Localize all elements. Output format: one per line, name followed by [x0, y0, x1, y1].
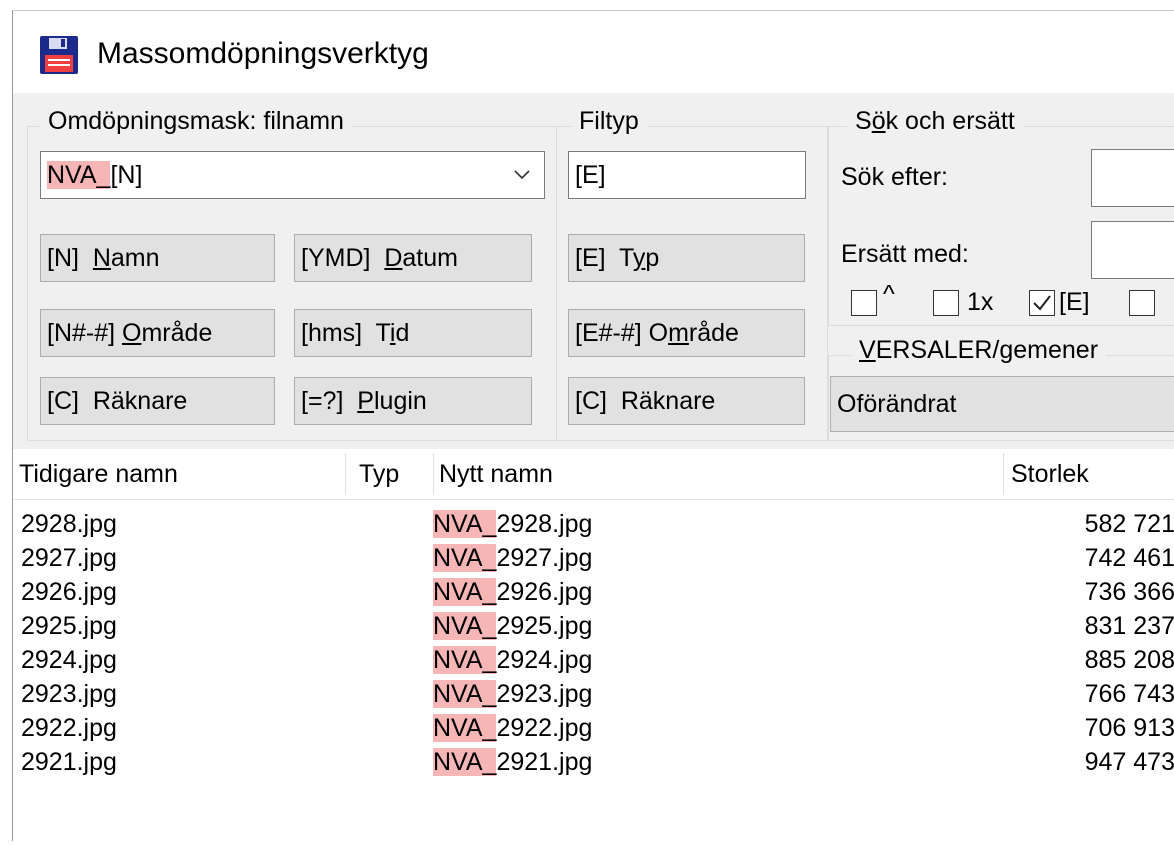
mask-group-label: Omdöpningsmask: filnamn: [40, 107, 352, 136]
rename-options-panel: Omdöpningsmask: filnamn NVA_[N] [N] Namn…: [13, 93, 1174, 449]
size-cell: 582 721: [1084, 510, 1174, 538]
chevron-down-icon[interactable]: [514, 170, 530, 180]
size-cell: 885 208: [1084, 646, 1174, 674]
list-item[interactable]: 2928.jpg NVA_2928.jpg 582 721: [13, 507, 1174, 541]
ext-range-button[interactable]: [E#-#] Område: [568, 309, 805, 357]
case-group-label: VERSALER/gemener: [851, 336, 1107, 365]
size-cell: 831 237: [1084, 612, 1174, 640]
case-mode-combobox[interactable]: Oförändrat: [830, 376, 1174, 432]
filetype-group-label: Filtyp: [571, 107, 647, 136]
list-item[interactable]: 2926.jpg NVA_2926.jpg 736 366: [13, 575, 1174, 609]
new-name-cell: NVA_2926.jpg: [433, 578, 593, 606]
size-cell: 947 473: [1084, 748, 1174, 776]
list-item[interactable]: 2922.jpg NVA_2922.jpg 706 913: [13, 711, 1174, 745]
new-name-cell: NVA_2921.jpg: [433, 748, 593, 776]
column-header-size[interactable]: Storlek: [1005, 449, 1174, 499]
floppy-disk-icon: [40, 36, 78, 74]
new-name-cell: NVA_2927.jpg: [433, 544, 593, 572]
replace-once-label: 1x: [967, 288, 994, 316]
replace-with-input[interactable]: [1091, 221, 1174, 279]
rename-tool-window: Massomdöpningsverktyg Omdöpningsmask: fi…: [12, 10, 1174, 841]
include-extension-checkbox[interactable]: [1029, 290, 1055, 316]
file-list[interactable]: Tidigare namn Typ Nytt namn Storlek 2928…: [13, 449, 1174, 841]
column-header-old-name[interactable]: Tidigare namn: [13, 449, 345, 499]
size-cell: 766 743: [1084, 680, 1174, 708]
old-name-cell: 2921.jpg: [21, 748, 117, 776]
mask-highlight-text: NVA_: [47, 161, 111, 189]
list-item[interactable]: 2924.jpg NVA_2924.jpg 885 208: [13, 643, 1174, 677]
mask-rest-text: [N]: [110, 161, 143, 189]
type-token-button[interactable]: [E] Typ: [568, 234, 805, 282]
filetype-mask-input[interactable]: [E]: [568, 151, 806, 199]
search-for-label: Sök efter:: [841, 163, 948, 191]
counter-button[interactable]: [C] Räknare: [40, 377, 275, 425]
time-token-button[interactable]: [hms] Tid: [294, 309, 532, 357]
regex-caret-label: ^: [883, 280, 895, 308]
regex-caret-checkbox[interactable]: [851, 290, 877, 316]
column-separator[interactable]: [1003, 453, 1004, 495]
new-name-cell: NVA_2924.jpg: [433, 646, 593, 674]
replace-with-label: Ersätt med:: [841, 240, 969, 268]
old-name-cell: 2923.jpg: [21, 680, 117, 708]
size-cell: 742 461: [1084, 544, 1174, 572]
ext-counter-button[interactable]: [C] Räknare: [568, 377, 805, 425]
old-name-cell: 2926.jpg: [21, 578, 117, 606]
title-bar: Massomdöpningsverktyg: [13, 11, 1174, 93]
list-item[interactable]: 2927.jpg NVA_2927.jpg 742 461: [13, 541, 1174, 575]
old-name-cell: 2925.jpg: [21, 612, 117, 640]
list-header: Tidigare namn Typ Nytt namn Storlek: [13, 449, 1174, 500]
old-name-cell: 2927.jpg: [21, 544, 117, 572]
old-name-cell: 2928.jpg: [21, 510, 117, 538]
mask-filename-combobox[interactable]: NVA_[N]: [40, 151, 545, 199]
include-extension-label: [E]: [1059, 288, 1090, 316]
column-header-new-name[interactable]: Nytt namn: [433, 449, 1003, 499]
column-header-type[interactable]: Typ: [353, 449, 433, 499]
name-token-button[interactable]: [N] Namn: [40, 234, 275, 282]
name-range-button[interactable]: [N#-#] Område: [40, 309, 275, 357]
column-separator[interactable]: [345, 453, 346, 495]
list-item[interactable]: 2921.jpg NVA_2921.jpg 947 473: [13, 745, 1174, 779]
new-name-cell: NVA_2925.jpg: [433, 612, 593, 640]
date-token-button[interactable]: [YMD] Datum: [294, 234, 532, 282]
plugin-button[interactable]: [=?] Plugin: [294, 377, 532, 425]
old-name-cell: 2922.jpg: [21, 714, 117, 742]
extra-option-checkbox[interactable]: [1129, 290, 1155, 316]
old-name-cell: 2924.jpg: [21, 646, 117, 674]
new-name-cell: NVA_2923.jpg: [433, 680, 593, 708]
new-name-cell: NVA_2928.jpg: [433, 510, 593, 538]
replace-once-checkbox[interactable]: [933, 290, 959, 316]
checkmark-icon: [1033, 295, 1051, 311]
window-title: Massomdöpningsverktyg: [97, 37, 429, 70]
size-cell: 736 366: [1084, 578, 1174, 606]
search-group-label: Sök och ersätt: [847, 107, 1023, 136]
list-item[interactable]: 2925.jpg NVA_2925.jpg 831 237: [13, 609, 1174, 643]
new-name-cell: NVA_2922.jpg: [433, 714, 593, 742]
search-for-input[interactable]: [1091, 149, 1174, 207]
size-cell: 706 913: [1084, 714, 1174, 742]
list-item[interactable]: 2923.jpg NVA_2923.jpg 766 743: [13, 677, 1174, 711]
